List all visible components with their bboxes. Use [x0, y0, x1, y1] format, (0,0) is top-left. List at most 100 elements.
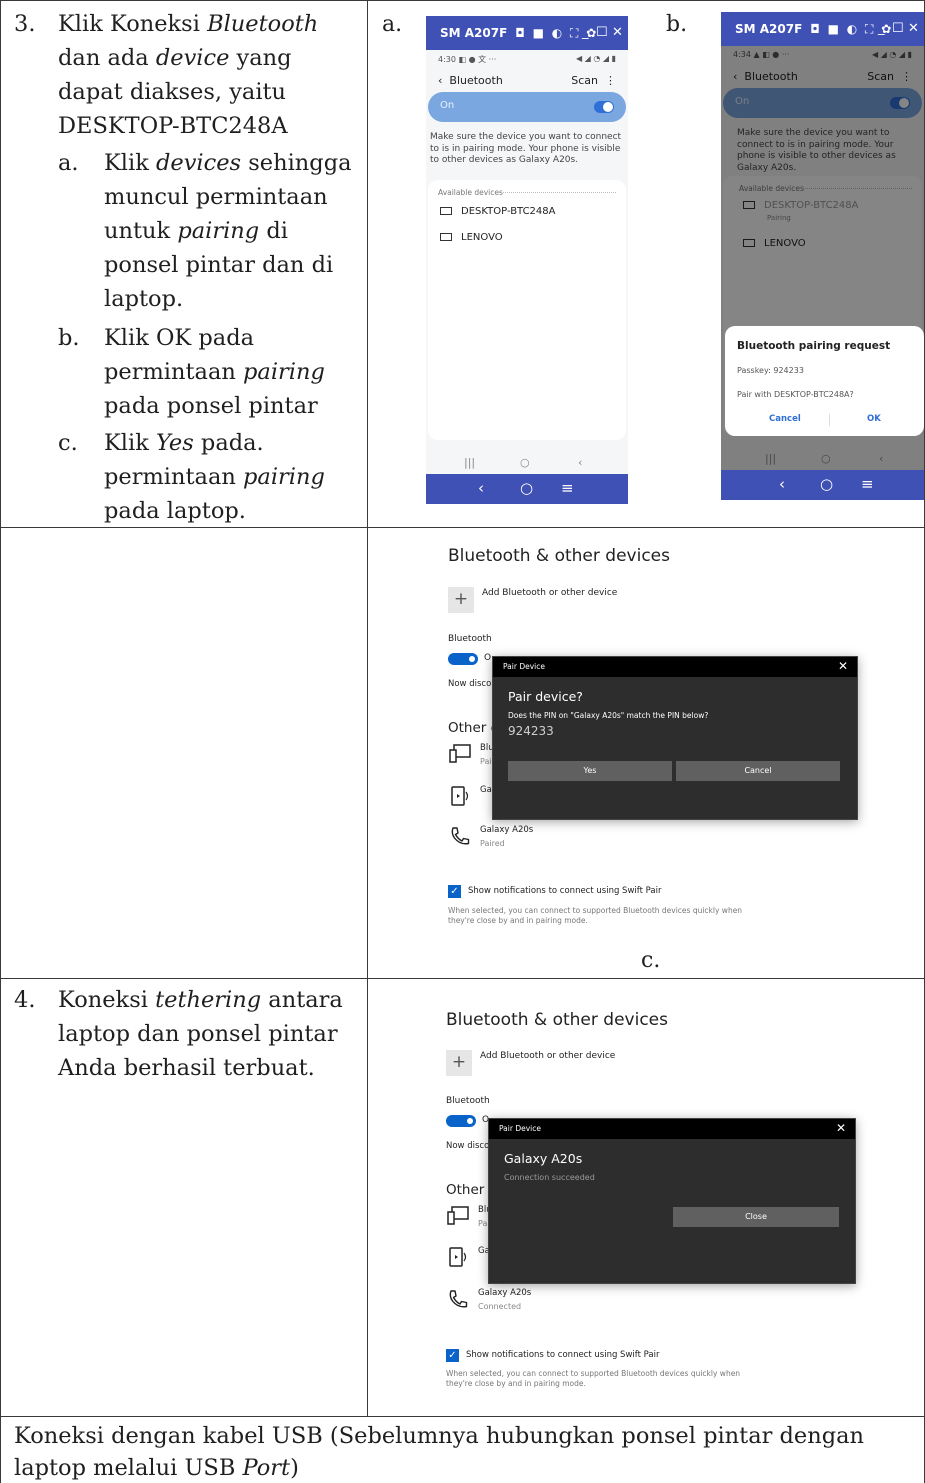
desktop-icon	[449, 744, 471, 763]
table-column-divider	[367, 0, 368, 1416]
back-arrow-icon[interactable]: ‹	[438, 74, 442, 87]
home-icon[interactable]: ○	[520, 456, 530, 469]
device-list-card: Available devices DESKTOP-BTC248A LENOVO	[428, 180, 626, 440]
home-icon[interactable]: ○	[820, 475, 833, 493]
maximize-icon[interactable]: ☐	[892, 12, 904, 46]
device-name[interactable]: Ga	[480, 785, 492, 795]
device-item-lenovo[interactable]: LENOVO	[440, 232, 503, 243]
cancel-button[interactable]: Cancel	[676, 761, 840, 781]
panel-label-c: c.	[641, 948, 661, 973]
close-icon[interactable]: ✕	[908, 12, 919, 46]
close-icon[interactable]: ✕	[836, 1121, 846, 1135]
minimize-icon[interactable]: _	[878, 12, 885, 46]
phone-icon	[451, 786, 469, 806]
available-devices-label: Available devices	[438, 188, 503, 197]
page-title: Bluetooth & other devices	[446, 1010, 668, 1030]
step-4-line: laptop dan ponsel pintar	[58, 1021, 338, 1047]
substep-line: Klik devices sehingga	[104, 150, 352, 176]
mirror-nav-bar: ‹ ○ ≡	[721, 470, 924, 500]
more-options-icon[interactable]: ⋮	[605, 74, 616, 87]
dialog-heading: Galaxy A20s	[504, 1151, 583, 1166]
status-bar-right: ◀ ◢ ◔ ◢ ▮	[575, 54, 616, 63]
minimize-icon[interactable]: _	[582, 16, 589, 50]
swift-pair-checkbox[interactable]: ✓	[446, 1349, 459, 1362]
bluetooth-toggle[interactable]	[448, 653, 478, 665]
substep-line: permintaan pairing	[104, 359, 325, 385]
panel-label-a: a.	[382, 12, 403, 37]
windows-settings-connected: Bluetooth & other devices + Add Bluetoot…	[438, 1004, 858, 1404]
bluetooth-label: Bluetooth	[446, 1096, 490, 1106]
add-device-label[interactable]: Add Bluetooth or other device	[480, 1051, 615, 1061]
recent-apps-icon[interactable]: |||	[464, 456, 475, 469]
pairing-description: Make sure the device you want to connect…	[430, 132, 622, 165]
substep-label: c.	[58, 430, 78, 456]
swift-pair-checkbox[interactable]: ✓	[448, 885, 461, 898]
device-item-desktop[interactable]: DESKTOP-BTC248A	[440, 206, 555, 217]
page-title: ‹ Bluetooth	[438, 74, 503, 87]
bluetooth-toggle[interactable]	[594, 101, 614, 113]
step-4-line: Anda berhasil terbuat.	[58, 1055, 315, 1081]
substep-line: ponsel pintar dan di	[104, 252, 334, 278]
step-3-line: dan ada device yang	[58, 45, 292, 71]
close-icon[interactable]: ✕	[838, 659, 848, 673]
dialog-question: Does the PIN on "Galaxy A20s" match the …	[508, 711, 709, 720]
swift-pair-label: Show notifications to connect using Swif…	[468, 886, 662, 896]
bluetooth-toggle-row[interactable]: On	[428, 92, 626, 122]
toggle-state-text: O	[484, 653, 492, 663]
step-number: 3.	[14, 11, 36, 37]
dialog-title: Bluetooth pairing request	[737, 340, 891, 352]
device-name[interactable]: Galaxy A20s	[480, 825, 533, 835]
step-3-line: dapat diakses, yaitu	[58, 79, 287, 105]
bluetooth-toggle[interactable]	[446, 1115, 476, 1127]
desktop-icon	[447, 1206, 469, 1225]
discoverable-text: Now disco	[448, 679, 492, 689]
substep-line: laptop.	[104, 286, 184, 312]
panel-label-b: b.	[666, 12, 688, 37]
menu-icon[interactable]: ≡	[561, 479, 574, 497]
close-icon[interactable]: ✕	[612, 16, 623, 50]
substep-line: Klik OK pada	[104, 325, 255, 351]
step-3-line: DESKTOP-BTC248A	[58, 113, 288, 139]
add-device-button[interactable]: +	[446, 1050, 472, 1076]
ok-button[interactable]: OK	[867, 414, 881, 424]
table-row-divider	[0, 1416, 925, 1417]
maximize-icon[interactable]: ☐	[596, 16, 608, 50]
scan-button[interactable]: Scan ⋮	[571, 74, 616, 87]
usb-section-line: Koneksi dengan kabel USB (Sebelumnya hub…	[14, 1423, 865, 1449]
phone-screenshot-b: SM A207F ◘ ■ ◐ ⛶ ✿ _ ☐ ✕ 4:34 ▲ ◧ ● ··· ◀…	[721, 12, 924, 500]
phone-screenshot-a: SM A207F ◘ ■ ◐ ⛶ ✿ _ ☐ ✕ 4:30 ◧ ● 文 ··· ◀…	[426, 16, 628, 504]
step-3-text: 3. Klik Koneksi Bluetooth dan ada device…	[0, 0, 367, 527]
phone-handset-icon	[451, 827, 470, 845]
add-device-button[interactable]: +	[448, 587, 474, 613]
yes-button[interactable]: Yes	[508, 761, 672, 781]
step-4-line: Koneksi tethering antara	[58, 987, 343, 1013]
windows-settings-pairing: Bluetooth & other devices + Add Bluetoot…	[440, 540, 860, 940]
dialog-heading: Pair device?	[508, 689, 583, 704]
menu-icon[interactable]: ≡	[861, 475, 874, 493]
pairing-request-dialog: Bluetooth pairing request Passkey: 92423…	[725, 326, 924, 436]
laptop-icon	[440, 207, 452, 215]
dialog-title-bar: Pair Device ✕	[493, 657, 857, 677]
back-icon[interactable]: ‹	[578, 456, 582, 469]
back-icon[interactable]: ‹	[779, 475, 785, 493]
substep-line: Klik Yes pada.	[104, 430, 264, 456]
close-button[interactable]: Close	[673, 1207, 839, 1227]
mirror-title-bar: SM A207F ◘ ■ ◐ ⛶ ✿ _ ☐ ✕	[426, 16, 628, 50]
cancel-button[interactable]: Cancel	[769, 414, 801, 424]
connection-status: Connection succeeded	[504, 1173, 595, 1182]
home-icon[interactable]: ○	[520, 479, 533, 497]
step-number: 4.	[14, 987, 36, 1013]
usb-section-line: laptop melalui USB Port)	[14, 1455, 299, 1481]
pair-device-dialog: Pair Device ✕ Pair device? Does the PIN …	[492, 656, 858, 820]
device-name[interactable]: Galaxy A20s	[478, 1288, 531, 1298]
dialog-title-bar: Pair Device ✕	[489, 1119, 855, 1139]
device-status: Pai	[480, 757, 492, 766]
mirror-title-bar: SM A207F ◘ ■ ◐ ⛶ ✿ _ ☐ ✕	[721, 12, 924, 46]
bluetooth-label: Bluetooth	[448, 634, 492, 644]
add-device-label[interactable]: Add Bluetooth or other device	[482, 588, 617, 598]
phone-icon	[449, 1247, 467, 1267]
phone-handset-icon	[449, 1290, 468, 1308]
device-status: Paired	[480, 839, 505, 848]
back-icon[interactable]: ‹	[478, 479, 484, 497]
divider	[829, 414, 830, 426]
